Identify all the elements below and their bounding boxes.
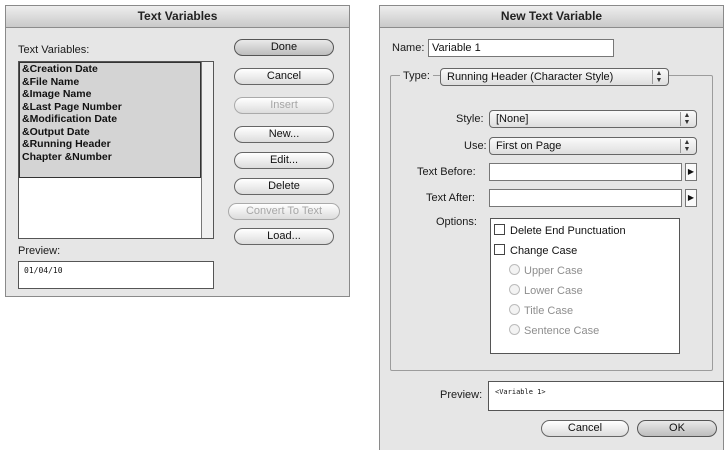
ok-button[interactable]: OK [637, 420, 717, 437]
preview-box: 01/04/10 [18, 261, 214, 289]
preview-label: Preview: [440, 389, 483, 401]
triangle-right-icon: ▶ [687, 167, 695, 176]
option-label: Upper Case [524, 265, 583, 277]
option-label: Lower Case [524, 285, 583, 297]
new-button[interactable]: New... [234, 126, 334, 143]
use-select[interactable]: First on Page ▲ ▼ [489, 137, 697, 155]
done-button[interactable]: Done [234, 39, 334, 56]
name-field[interactable]: Variable 1 [428, 39, 614, 57]
list-item[interactable]: &File Name [20, 76, 200, 89]
options-panel: Delete End Punctuation Change Case Upper… [490, 218, 680, 354]
style-select[interactable]: [None] ▲ ▼ [489, 110, 697, 128]
radio-button[interactable] [509, 304, 520, 315]
checkbox[interactable] [494, 244, 505, 255]
type-select-value: Running Header (Character Style) [447, 71, 614, 83]
option-label: Delete End Punctuation [510, 225, 626, 237]
list-item[interactable]: Chapter &Number [20, 151, 200, 164]
triangle-right-icon: ▶ [687, 193, 695, 202]
special-char-flyout-button[interactable]: ▶ [685, 189, 697, 207]
style-label: Style: [456, 113, 484, 125]
list-item[interactable]: &Last Page Number [20, 101, 200, 114]
radio-button[interactable] [509, 264, 520, 275]
list-item[interactable]: &Modification Date [20, 113, 200, 126]
option-label: Title Case [524, 305, 574, 317]
stepper-arrows-icon: ▲ ▼ [680, 139, 693, 153]
use-select-value: First on Page [496, 140, 562, 152]
use-label: Use: [464, 140, 487, 152]
list-item[interactable]: &Output Date [20, 126, 200, 139]
text-after-field[interactable] [489, 189, 682, 207]
name-label: Name: [392, 42, 425, 54]
radio-button[interactable] [509, 284, 520, 295]
list-item[interactable]: &Creation Date [20, 63, 200, 76]
radio-button[interactable] [509, 324, 520, 335]
list-item[interactable]: &Image Name [20, 88, 200, 101]
option-label: Sentence Case [524, 325, 600, 337]
delete-button[interactable]: Delete [234, 178, 334, 195]
change-case-option[interactable]: Change Case [494, 243, 577, 259]
cancel-button[interactable]: Cancel [234, 68, 334, 85]
lower-case-radio[interactable]: Lower Case [509, 283, 583, 299]
delete-end-punctuation-option[interactable]: Delete End Punctuation [494, 223, 626, 239]
list-scrollbar[interactable] [201, 62, 213, 238]
options-label: Options: [436, 216, 477, 228]
style-select-value: [None] [496, 113, 529, 125]
text-variables-label: Text Variables: [18, 44, 90, 56]
checkbox[interactable] [494, 224, 505, 235]
cancel-button[interactable]: Cancel [541, 420, 629, 437]
edit-button[interactable]: Edit... [234, 152, 334, 169]
load-button[interactable]: Load... [234, 228, 334, 245]
title-case-radio[interactable]: Title Case [509, 303, 573, 319]
stepper-arrows-icon: ▲ ▼ [680, 112, 693, 126]
sentence-case-radio[interactable]: Sentence Case [509, 323, 599, 339]
text-before-field[interactable] [489, 163, 682, 181]
text-variables-dialog: Text Variables Text Variables: &Creation… [5, 5, 350, 297]
variables-list-items: &Creation Date &File Name &Image Name &L… [19, 62, 201, 178]
dialog-title: New Text Variable [380, 6, 723, 28]
preview-label: Preview: [18, 245, 61, 257]
type-select[interactable]: Running Header (Character Style) ▲ ▼ [440, 68, 669, 86]
option-label: Change Case [510, 245, 578, 257]
insert-button[interactable]: Insert [234, 97, 334, 114]
new-text-variable-dialog: New Text Variable Name: Variable 1 Type:… [379, 5, 724, 450]
special-char-flyout-button[interactable]: ▶ [685, 163, 697, 181]
text-variables-list[interactable]: &Creation Date &File Name &Image Name &L… [18, 61, 214, 239]
list-item[interactable]: &Running Header [20, 138, 200, 151]
text-after-label: Text After: [426, 192, 475, 204]
text-before-label: Text Before: [417, 166, 476, 178]
stepper-arrows-icon: ▲ ▼ [652, 70, 665, 84]
dialog-title: Text Variables [6, 6, 349, 28]
convert-to-text-button[interactable]: Convert To Text [228, 203, 340, 220]
upper-case-radio[interactable]: Upper Case [509, 263, 583, 279]
preview-box: <Variable 1> [488, 381, 724, 411]
type-label: Type: [400, 70, 433, 82]
